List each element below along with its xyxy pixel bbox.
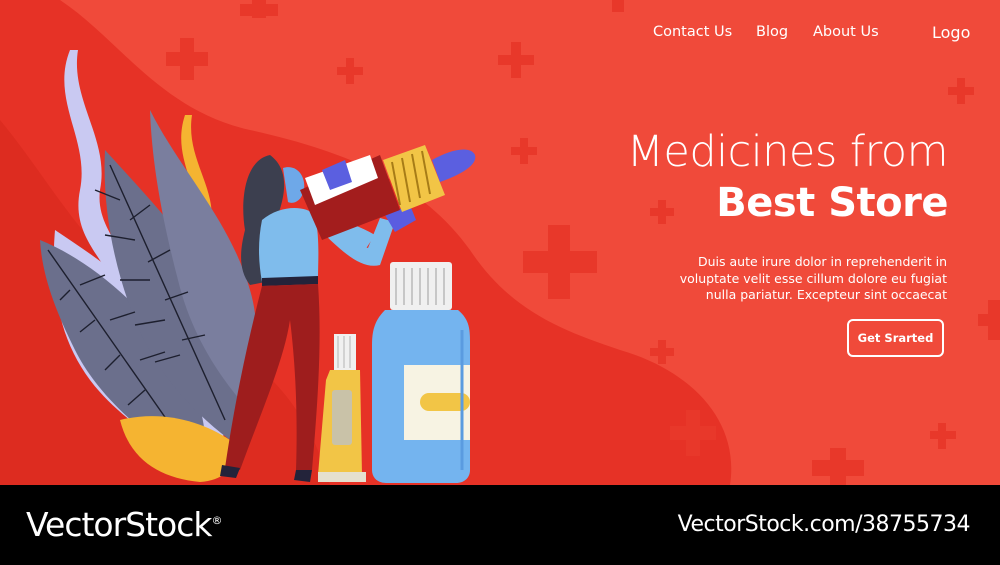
hero-description: Duis aute irure dolor in reprehenderit i…: [617, 254, 947, 304]
plus-icon: [978, 300, 1000, 340]
plus-icon: [337, 58, 363, 84]
plus-icon: [612, 0, 624, 12]
hero-title: Medicines from Best Store: [626, 126, 949, 228]
plus-icon: [812, 448, 864, 485]
person-shoe: [294, 470, 312, 482]
hero-description-line: nulla pariatur. Excepteur sint occaecat: [705, 287, 947, 302]
plus-icon: [498, 42, 534, 78]
nav-blog[interactable]: Blog: [756, 24, 788, 40]
get-started-button[interactable]: Get Srarted: [847, 319, 944, 357]
nav-about-us[interactable]: About Us: [813, 24, 879, 40]
watermark-image-id: VectorStock.com/38755734: [677, 512, 971, 537]
nav-contact-us[interactable]: Contact Us: [653, 24, 732, 40]
watermark-brand: VectorStock®: [26, 505, 223, 544]
watermark-bar: VectorStock® VectorStock.com/38755734: [0, 485, 1000, 565]
plus-icon: [240, 0, 278, 18]
hero-title-line2: Best Store: [716, 180, 948, 226]
plus-icon: [523, 225, 597, 299]
background-illustration: [0, 0, 1000, 485]
plus-icon: [650, 340, 674, 364]
watermark-brand-text: VectorStock: [26, 505, 212, 544]
hero-description-line: voluptate velit esse cillum dolore eu fu…: [679, 270, 947, 286]
hero-title-line1: Medicines from: [626, 127, 949, 177]
logo[interactable]: Logo: [932, 23, 970, 42]
plus-icon: [948, 78, 974, 104]
plus-icon: [511, 138, 537, 164]
plus-icon: [930, 423, 956, 449]
registered-mark: ®: [211, 514, 223, 527]
landing-page: Contact Us Blog About Us Logo Medicines …: [0, 0, 1000, 485]
hero-description-line: Duis aute irure dolor in reprehenderit i…: [698, 254, 947, 269]
plus-icon: [166, 38, 208, 80]
